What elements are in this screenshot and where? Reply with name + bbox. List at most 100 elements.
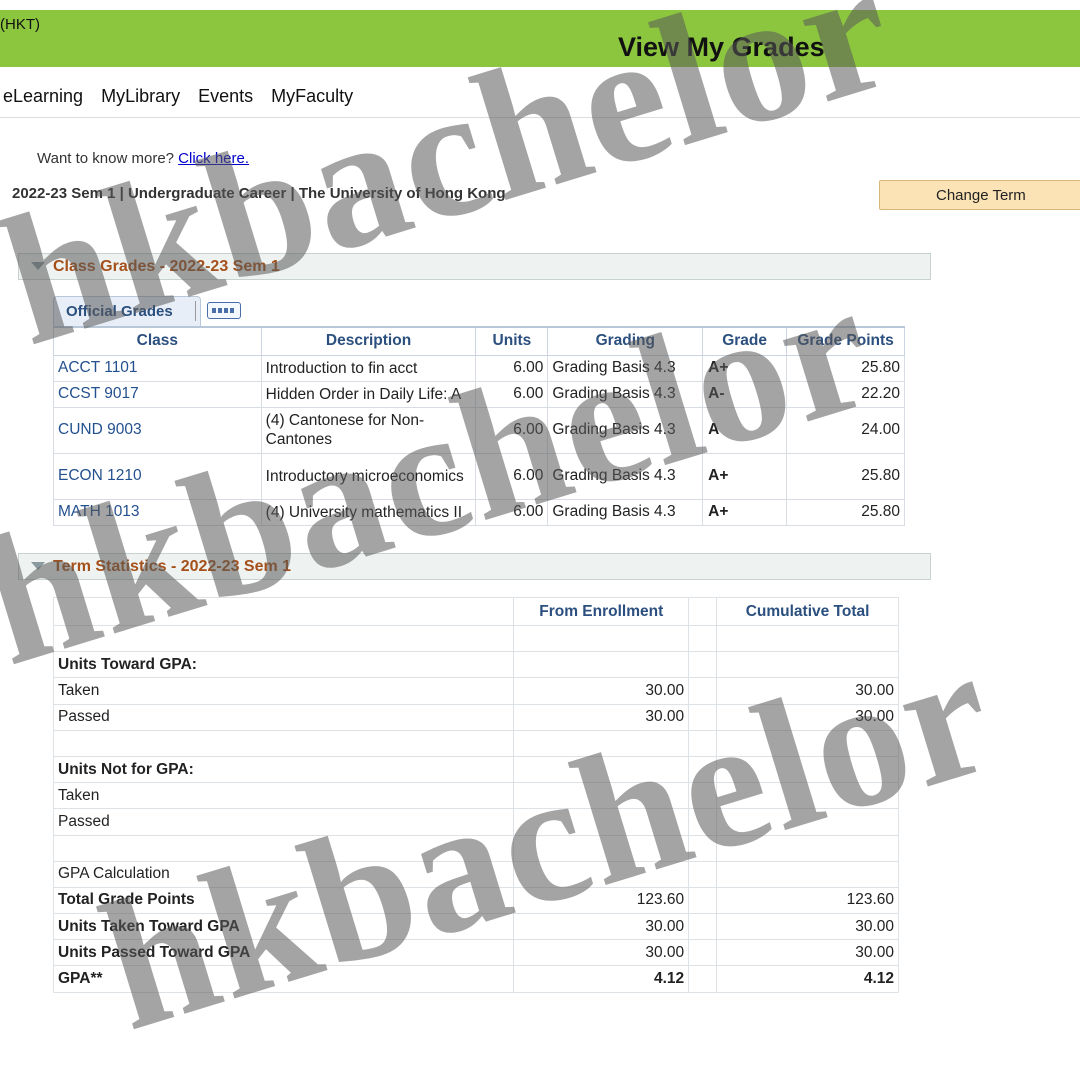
units-not-for-gpa-label: Units Not for GPA: (52, 755, 515, 784)
table-row: ECON 1210 Introductory microeconomics 6.… (53, 452, 905, 500)
taken-nongpa-label: Taken (52, 782, 515, 810)
change-term-button[interactable]: Change Term (879, 180, 1080, 210)
class-description: Introductory microeconomics (260, 452, 477, 500)
class-code[interactable]: ACCT 1101 (53, 354, 262, 382)
gpa-calculation-label: GPA Calculation (52, 860, 515, 888)
col-units[interactable]: Units (475, 326, 549, 356)
class-grade-points: 25.80 (786, 354, 905, 382)
units-passed-toward-gpa-label: Units Passed Toward GPA (52, 939, 515, 967)
nav-item-myfaculty[interactable]: MyFaculty (271, 86, 353, 107)
passed-label: Passed (52, 703, 515, 731)
gpa-cumulative-value: 4.12 (716, 965, 899, 993)
class-grade: A+ (702, 354, 788, 382)
term-stats-title: Term Statistics - 2022-23 Sem 1 (53, 558, 292, 575)
stats-row: Units Passed Toward GPA 30.00 30.00 (52, 939, 899, 967)
taken-cumulative-value: 30.00 (716, 677, 899, 705)
collapse-triangle-icon[interactable] (31, 562, 45, 570)
class-code[interactable]: ECON 1210 (53, 452, 262, 500)
class-description: (4) Cantonese for Non-Cantones (260, 406, 477, 454)
stats-row: Units Taken Toward GPA 30.00 30.00 (52, 913, 899, 941)
col-from-enrollment: From Enrollment (513, 597, 690, 626)
nav-divider (0, 117, 1080, 118)
stats-row: Total Grade Points 123.60 123.60 (52, 886, 899, 915)
nav-item-mylibrary[interactable]: MyLibrary (101, 86, 180, 107)
col-grade-points[interactable]: Grade Points (786, 326, 905, 356)
col-grading[interactable]: Grading (547, 326, 704, 356)
class-grades-section-header[interactable]: Class Grades - 2022-23 Sem 1 (18, 253, 931, 280)
class-grade-points: 22.20 (786, 380, 905, 408)
class-units: 6.00 (475, 406, 549, 454)
stats-row: Units Toward GPA: (52, 651, 899, 679)
stats-row (52, 834, 899, 862)
class-grade: A+ (702, 498, 788, 526)
term-stats-table: From Enrollment Cumulative Total Units T… (52, 597, 899, 993)
class-grading: Grading Basis 4.3 (547, 452, 704, 500)
nav-item-events[interactable]: Events (198, 86, 253, 107)
tab-separator (195, 301, 196, 321)
class-description: Hidden Order in Daily Life: A (260, 380, 477, 408)
class-units: 6.00 (475, 354, 549, 382)
upt-enrollment-value: 30.00 (513, 939, 690, 967)
nav-item-elearning[interactable]: eLearning (3, 86, 83, 107)
stats-row: Passed 30.00 30.00 (52, 703, 899, 731)
utt-enrollment-value: 30.00 (513, 913, 690, 941)
class-grade: A- (702, 380, 788, 408)
class-code[interactable]: CCST 9017 (53, 380, 262, 408)
utt-cumulative-value: 30.00 (716, 913, 899, 941)
click-here-link[interactable]: Click here. (178, 150, 249, 167)
stats-header-row: From Enrollment Cumulative Total (52, 597, 899, 626)
stats-row: Taken 30.00 30.00 (52, 677, 899, 705)
col-cumulative-total: Cumulative Total (716, 597, 899, 626)
term-stats-section-header[interactable]: Term Statistics - 2022-23 Sem 1 (18, 553, 931, 580)
tgp-enrollment-value: 123.60 (513, 886, 690, 915)
class-grading: Grading Basis 4.3 (547, 498, 704, 526)
want-more-text: Want to know more? Click here. (37, 150, 249, 167)
stats-row (52, 729, 899, 757)
timezone-label: (HKT) (0, 16, 40, 33)
table-row: ACCT 1101 Introduction to fin acct 6.00 … (53, 354, 905, 382)
class-grade: A+ (702, 452, 788, 500)
page-title: View My Grades (618, 32, 825, 62)
units-taken-toward-gpa-label: Units Taken Toward GPA (52, 913, 515, 941)
table-row: MATH 1013 (4) University mathematics II … (53, 498, 905, 526)
class-code[interactable]: CUND 9003 (53, 406, 262, 454)
total-grade-points-label: Total Grade Points (52, 886, 515, 915)
col-class[interactable]: Class (53, 326, 262, 356)
stats-row: GPA** 4.12 4.12 (52, 965, 899, 993)
passed-cumulative-value: 30.00 (716, 703, 899, 731)
tab-official-grades[interactable]: Official Grades (53, 296, 201, 326)
class-units: 6.00 (475, 380, 549, 408)
header-banner: (HKT) View My Grades (0, 10, 1080, 67)
stats-row: GPA Calculation (52, 860, 899, 888)
taken-enrollment-value: 30.00 (513, 677, 690, 705)
top-nav: eLearning MyLibrary Events MyFaculty (0, 86, 353, 107)
class-grade-points: 25.80 (786, 452, 905, 500)
upt-cumulative-value: 30.00 (716, 939, 899, 967)
class-grading: Grading Basis 4.3 (547, 380, 704, 408)
class-description: (4) University mathematics II (260, 498, 477, 526)
grid-view-icon[interactable] (207, 302, 241, 319)
tgp-cumulative-value: 123.60 (716, 886, 899, 915)
collapse-triangle-icon[interactable] (31, 262, 45, 270)
passed-enrollment-value: 30.00 (513, 703, 690, 731)
class-grading: Grading Basis 4.3 (547, 406, 704, 454)
class-grade: A (702, 406, 788, 454)
col-description[interactable]: Description (260, 326, 477, 356)
gpa-enrollment-value: 4.12 (513, 965, 690, 993)
class-grade-points: 24.00 (786, 406, 905, 454)
class-grade-points: 25.80 (786, 498, 905, 526)
class-code[interactable]: MATH 1013 (53, 498, 262, 526)
stats-row (52, 624, 899, 653)
gpa-label: GPA** (52, 965, 515, 993)
career-line: 2022-23 Sem 1 | Undergraduate Career | T… (12, 185, 506, 202)
class-grading: Grading Basis 4.3 (547, 354, 704, 382)
stats-row: Taken (52, 782, 899, 810)
stats-row: Passed (52, 808, 899, 836)
class-units: 6.00 (475, 452, 549, 500)
col-grade[interactable]: Grade (702, 326, 788, 356)
class-units: 6.00 (475, 498, 549, 526)
class-description: Introduction to fin acct (260, 354, 477, 382)
taken-label: Taken (52, 677, 515, 705)
table-row: CCST 9017 Hidden Order in Daily Life: A … (53, 380, 905, 408)
stats-row: Units Not for GPA: (52, 755, 899, 784)
